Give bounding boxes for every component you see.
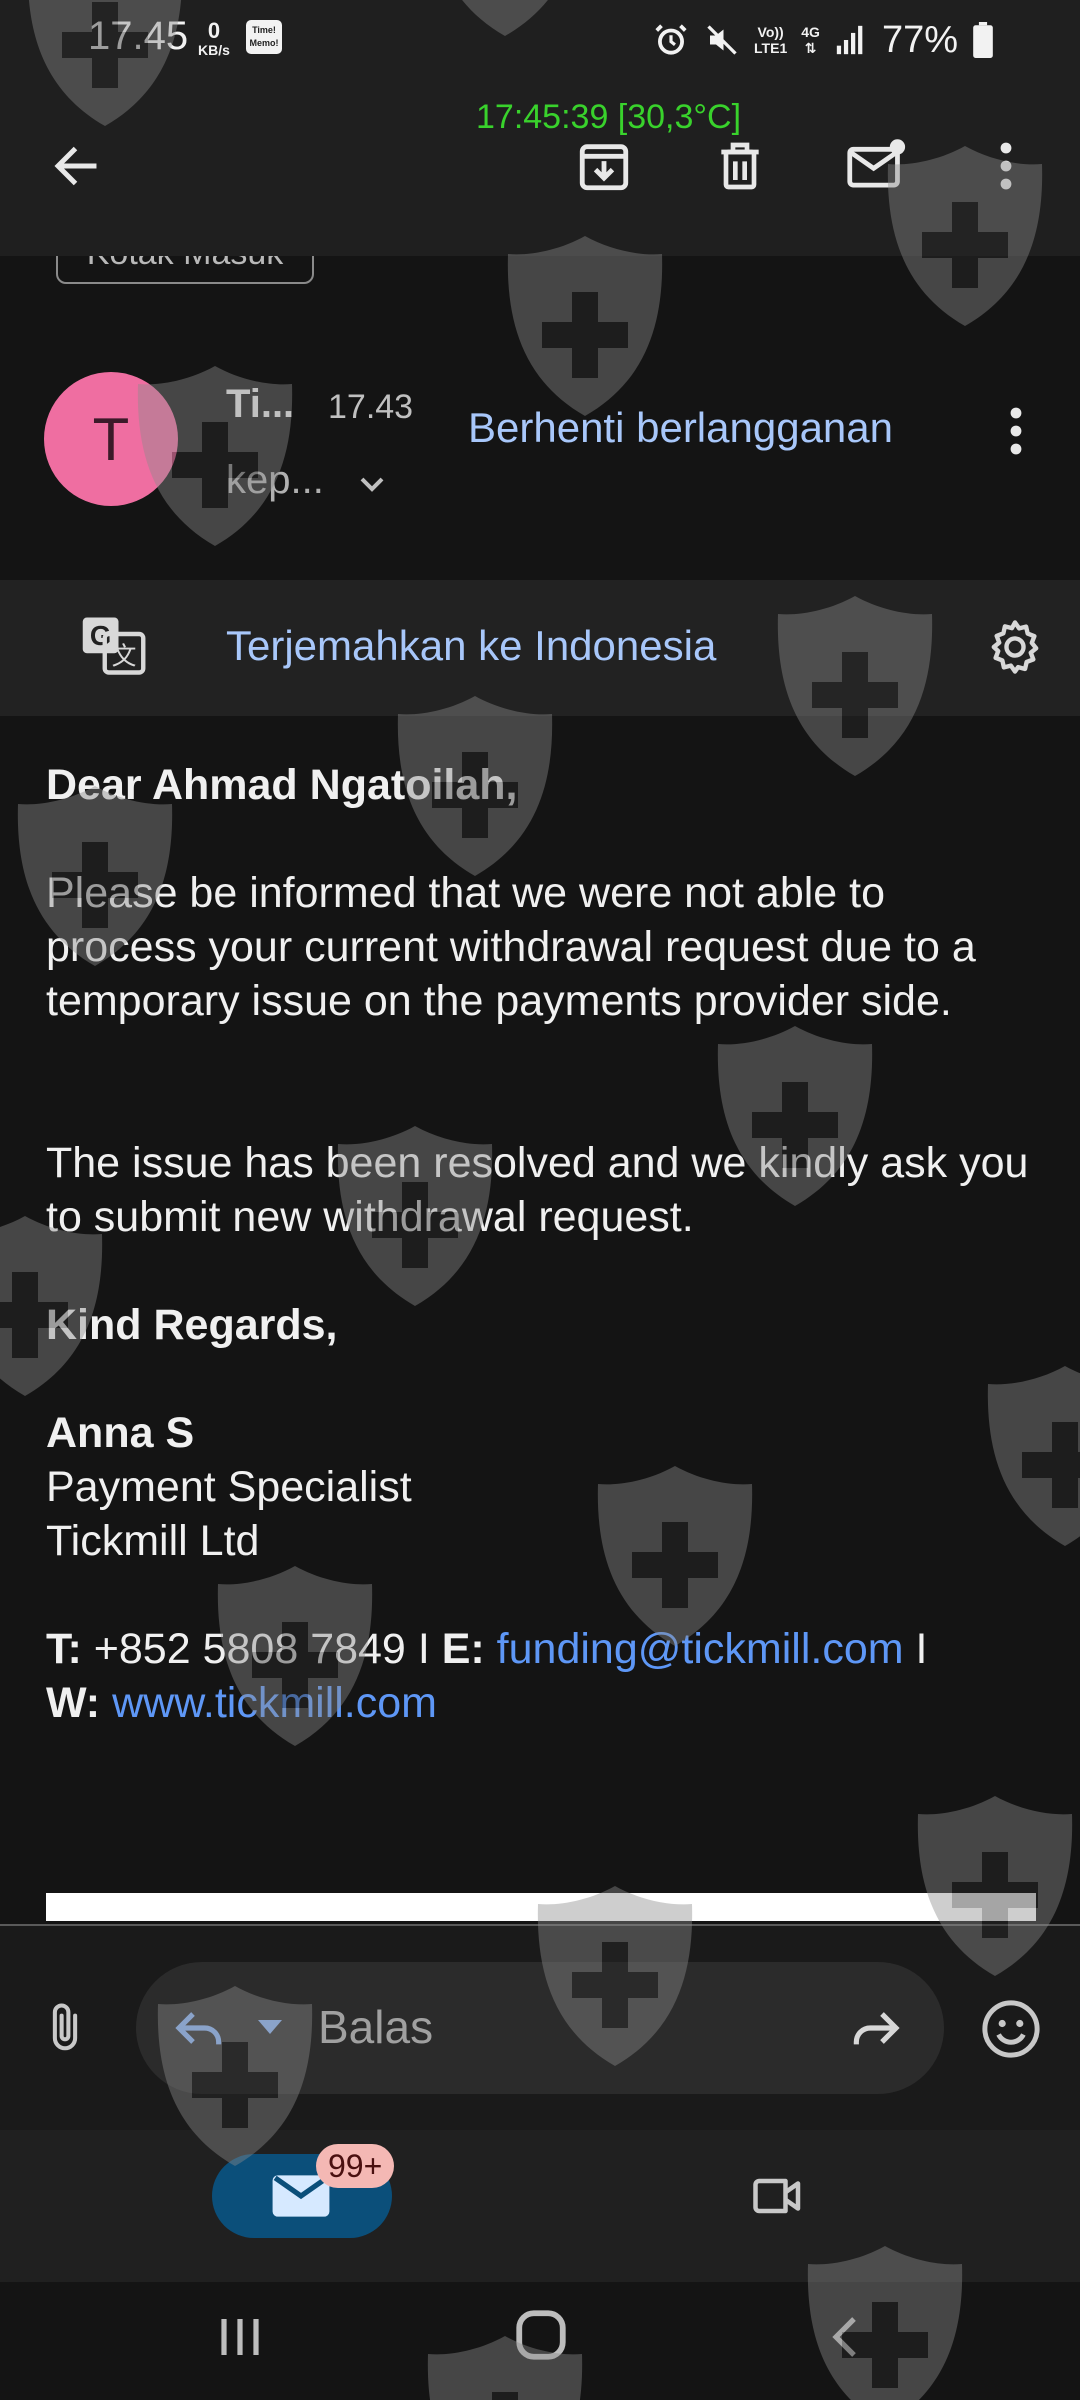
delete-button[interactable]	[700, 126, 780, 206]
network-type: 4G ⇅	[801, 24, 820, 56]
video-camera-icon	[753, 2178, 801, 2214]
time-memo-icon: Time! Memo!	[246, 20, 282, 54]
home-icon	[516, 2310, 566, 2360]
reply-input-placeholder[interactable]: Balas	[318, 2000, 433, 2054]
chevron-left-icon	[832, 2317, 856, 2357]
lte-text: LTE1	[754, 40, 788, 56]
sender-time: 17.43	[328, 388, 414, 426]
mark-unread-button[interactable]	[836, 126, 916, 206]
network-speed-value: 0	[207, 18, 221, 43]
forward-button[interactable]	[846, 2000, 904, 2061]
home-button[interactable]	[512, 2306, 570, 2369]
mail-unread-icon	[847, 139, 906, 188]
label-chip-clip: Kotak Masuk	[0, 256, 1080, 292]
email-paragraph-1: Please be informed that we were not able…	[46, 869, 976, 1025]
email-closing: Kind Regards,	[46, 1301, 338, 1349]
sender-name[interactable]: Ti...	[226, 382, 294, 427]
signature-company: Tickmill Ltd	[46, 1517, 260, 1565]
status-right: Vo)) LTE1 4G ⇅ 77%	[652, 18, 994, 62]
attach-button[interactable]	[38, 1998, 92, 2063]
separator: I	[915, 1625, 928, 1673]
chevron-down-icon	[360, 477, 384, 492]
recents-icon	[221, 2319, 259, 2355]
inbox-label-chip[interactable]: Kotak Masuk	[56, 256, 314, 284]
trash-icon	[721, 142, 759, 190]
sender-avatar[interactable]: T	[44, 372, 178, 506]
alarm-icon	[655, 24, 687, 55]
reply-icon	[175, 2012, 222, 2045]
more-vert-icon	[1010, 407, 1022, 455]
translate-link[interactable]: Terjemahkan ke Indonesia	[226, 622, 716, 670]
emoji-button[interactable]	[978, 1996, 1044, 2067]
separator: I	[417, 1625, 430, 1673]
mail-unread-badge: 99+	[316, 2144, 395, 2188]
mute-icon	[707, 25, 737, 55]
translate-icon: G文	[80, 614, 146, 681]
signature-contact: T: +852 5808 7849 I E: funding@tickmill.…	[46, 1622, 1036, 1730]
paperclip-icon	[52, 2003, 78, 2051]
arrow-left-icon	[54, 146, 97, 186]
recipient-summary[interactable]: kep...	[226, 458, 324, 503]
message-more-button[interactable]	[996, 404, 1036, 463]
data-arrows-icon: ⇅	[804, 40, 817, 56]
battery-icon	[973, 22, 993, 58]
network-4g-text: 4G	[801, 24, 820, 40]
gear-icon	[991, 620, 1039, 674]
memo-line2: Memo!	[249, 38, 279, 48]
smiley-icon	[982, 2000, 1040, 2058]
nav-meet-tab[interactable]	[748, 2168, 808, 2229]
network-speed-unit: KB/s	[198, 42, 230, 58]
bottom-navigation	[0, 2130, 1080, 2282]
status-time: 17.45	[88, 14, 189, 58]
email-link[interactable]: funding@tickmill.com	[497, 1625, 904, 1673]
forward-icon	[853, 2012, 900, 2045]
back-button[interactable]	[36, 126, 116, 206]
signature-title: Payment Specialist	[46, 1463, 412, 1511]
caret-down-icon	[258, 2020, 282, 2034]
volte-indicator: Vo)) LTE1	[754, 24, 787, 56]
email-label: E:	[441, 1625, 485, 1673]
reply-type-dropdown[interactable]	[254, 2014, 286, 2043]
battery-percent: 77%	[881, 18, 958, 61]
volte-text: Vo))	[757, 24, 784, 40]
email-footer-banner	[46, 1893, 1036, 1921]
archive-download-icon	[579, 144, 629, 191]
reply-button[interactable]	[172, 2000, 228, 2061]
signal-icon	[836, 25, 863, 55]
email-greeting: Dear Ahmad Ngatoilah,	[46, 761, 518, 809]
details-expand-button[interactable]	[352, 464, 392, 509]
svg-text:文: 文	[112, 642, 137, 670]
network-speed: 0 KB/s	[198, 18, 230, 59]
unsubscribe-link[interactable]: Berhenti berlangganan	[468, 404, 893, 452]
recent-apps-button[interactable]	[214, 2312, 266, 2367]
website-label: W:	[46, 1679, 101, 1727]
email-paragraph-2: The issue has been resolved and we kindl…	[46, 1139, 1029, 1241]
more-vert-icon	[1000, 142, 1012, 190]
phone-label: T:	[46, 1625, 82, 1673]
more-options-button[interactable]	[966, 126, 1046, 206]
translate-settings-button[interactable]	[984, 616, 1046, 683]
system-back-button[interactable]	[822, 2310, 870, 2369]
phone-number[interactable]: +852 5808 7849	[94, 1625, 406, 1673]
website-link[interactable]: www.tickmill.com	[112, 1679, 437, 1727]
signature-name: Anna S	[46, 1409, 195, 1457]
status-bar: 17.45 0 KB/s Time! Memo! Vo)) LTE1 4G ⇅ …	[0, 0, 1080, 80]
archive-button[interactable]	[564, 126, 644, 206]
memo-line1: Time!	[252, 25, 276, 35]
